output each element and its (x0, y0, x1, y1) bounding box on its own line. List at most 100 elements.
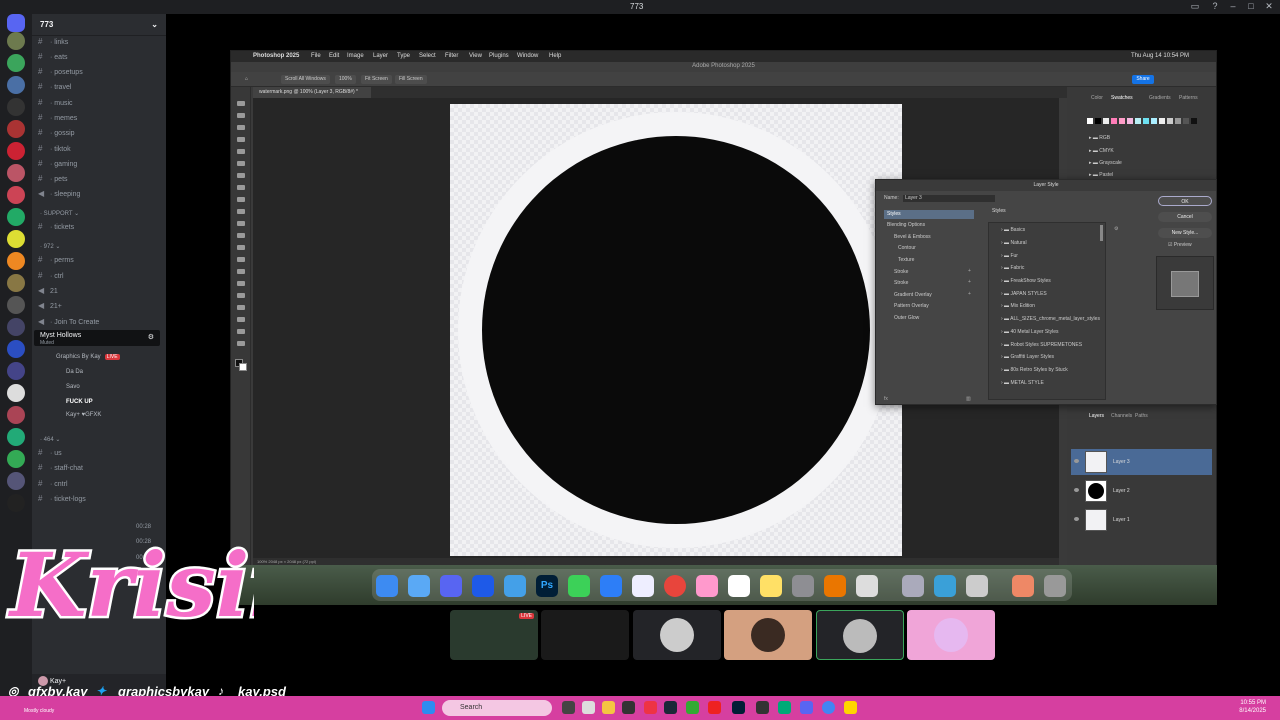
server-icon[interactable] (7, 208, 25, 226)
app-icon[interactable] (472, 575, 494, 597)
file-explorer-icon[interactable] (602, 701, 615, 714)
tab-color[interactable]: Color (1091, 95, 1103, 101)
tab-channels[interactable]: Channels (1111, 413, 1132, 419)
chrome-icon[interactable] (664, 575, 686, 597)
scrollbar[interactable] (1100, 225, 1103, 241)
font-book-icon[interactable] (966, 575, 988, 597)
minimize-icon[interactable]: – (1226, 1, 1240, 13)
menu-select[interactable]: Select (419, 53, 436, 59)
swatch[interactable] (1103, 118, 1109, 124)
stamp-tool-icon[interactable] (237, 197, 245, 202)
app-icon[interactable] (582, 701, 595, 714)
sticky-notes-icon[interactable] (844, 701, 857, 714)
menu-file[interactable]: File (311, 53, 321, 59)
settings-icon[interactable] (792, 575, 814, 597)
voice-user[interactable]: Graphics By Kay LIVE (56, 354, 120, 360)
document-canvas[interactable] (450, 104, 902, 556)
server-icon[interactable] (7, 252, 25, 270)
server-icon[interactable] (7, 186, 25, 204)
server-icon[interactable] (7, 274, 25, 292)
cancel-button[interactable]: Cancel (1158, 212, 1212, 222)
menu-view[interactable]: View (469, 53, 482, 59)
effect-gradient-overlay[interactable]: Gradient Overlay (884, 291, 974, 300)
eye-icon[interactable] (1074, 517, 1079, 521)
style-folder[interactable]: › ▬ Fur (1001, 253, 1018, 259)
style-folder[interactable]: › ▬ Robot Styles SUPREMETONES (1001, 342, 1082, 348)
app-icon[interactable] (686, 701, 699, 714)
discord-icon[interactable] (800, 701, 813, 714)
effect-outer-glow[interactable]: Outer Glow (884, 314, 974, 323)
channel-item[interactable]: # · gossip (38, 128, 162, 140)
home-icon[interactable] (7, 14, 25, 32)
swatch-folder[interactable]: ▸ ▬ RGB (1089, 135, 1110, 141)
category-464[interactable]: · 464 ⌄ (40, 436, 60, 443)
server-header[interactable]: 773 ⌄ (32, 14, 166, 36)
blender-icon[interactable] (824, 575, 846, 597)
trash-icon[interactable]: ▥ (966, 396, 971, 402)
server-icon[interactable] (7, 450, 25, 468)
preview-icon[interactable] (902, 575, 924, 597)
pen-tool-icon[interactable] (237, 269, 245, 274)
layer-row[interactable]: Layer 1 (1071, 507, 1212, 533)
menu-plugins[interactable]: Plugins (489, 53, 509, 59)
gear-icon[interactable]: ⚙ (1114, 226, 1118, 232)
system-clock[interactable]: 10:55 PM 8/14/2025 (1239, 699, 1266, 715)
photos-icon[interactable] (696, 575, 718, 597)
effect-stroke[interactable]: Stroke (884, 279, 974, 288)
join-to-create-channel[interactable]: ◀ · Join To Create (38, 317, 162, 329)
steam-icon[interactable] (664, 701, 677, 714)
menu-filter[interactable]: Filter (445, 53, 458, 59)
server-icon[interactable] (7, 164, 25, 182)
photoshop-icon[interactable] (732, 701, 745, 714)
style-folder[interactable]: › ▬ METAL STYLE (1001, 380, 1044, 386)
new-style-button[interactable]: New Style... (1158, 228, 1212, 238)
participant-tile[interactable] (816, 610, 904, 660)
server-icon[interactable] (7, 296, 25, 314)
app-icon[interactable] (1012, 575, 1034, 597)
effect-blending-options[interactable]: Blending Options (884, 221, 974, 230)
lasso-tool-icon[interactable] (237, 125, 245, 130)
server-icon[interactable] (7, 54, 25, 72)
channel-item[interactable]: # · posetups (38, 67, 162, 79)
search-input[interactable]: Search (442, 700, 552, 716)
background-color-swatch[interactable] (239, 363, 247, 371)
home-icon[interactable]: ⌂ (241, 75, 252, 84)
server-icon[interactable] (7, 32, 25, 50)
eraser-tool-icon[interactable] (237, 221, 245, 226)
effect-texture[interactable]: Texture (884, 256, 974, 265)
swatch[interactable] (1167, 118, 1173, 124)
notes-icon[interactable] (760, 575, 782, 597)
eye-icon[interactable] (1074, 488, 1079, 492)
participant-tile[interactable] (724, 610, 812, 660)
menu-app[interactable]: Photoshop 2025 (253, 53, 299, 59)
style-folder[interactable]: › ▬ Natural (1001, 240, 1027, 246)
add-stroke-icon[interactable]: + (968, 279, 971, 285)
shape-tool-icon[interactable] (237, 305, 245, 310)
category-972[interactable]: · 972 ⌄ (40, 243, 60, 250)
channel-item[interactable]: # · perms (38, 255, 162, 267)
task-view-icon[interactable] (562, 701, 575, 714)
swatch[interactable] (1095, 118, 1101, 124)
dodge-tool-icon[interactable] (237, 257, 245, 262)
gradient-tool-icon[interactable] (237, 233, 245, 238)
swatch[interactable] (1127, 118, 1133, 124)
document-tab[interactable]: watermark.png @ 100% (Layer 3, RGB/8#) * (253, 87, 371, 98)
swatch[interactable] (1175, 118, 1181, 124)
participant-tile[interactable]: LIVE (450, 610, 538, 660)
hand-tool-icon[interactable] (237, 317, 245, 322)
calendar-icon[interactable] (728, 575, 750, 597)
effect-pattern-overlay[interactable]: Pattern Overlay (884, 302, 974, 311)
app-icon[interactable] (504, 575, 526, 597)
swatch[interactable] (1135, 118, 1141, 124)
app-icon[interactable] (632, 575, 654, 597)
swatch[interactable] (1183, 118, 1189, 124)
menu-image[interactable]: Image (347, 53, 364, 59)
server-icon[interactable] (7, 472, 25, 490)
server-icon[interactable] (7, 340, 25, 358)
channel-item[interactable]: # · ctrl (38, 271, 162, 283)
server-icon[interactable] (7, 98, 25, 116)
layer-row[interactable]: Layer 3 (1071, 449, 1212, 475)
effect-contour[interactable]: Contour (884, 244, 974, 253)
voice-channel-item[interactable]: ◀ 21 (38, 286, 162, 298)
discord-icon[interactable] (440, 575, 462, 597)
